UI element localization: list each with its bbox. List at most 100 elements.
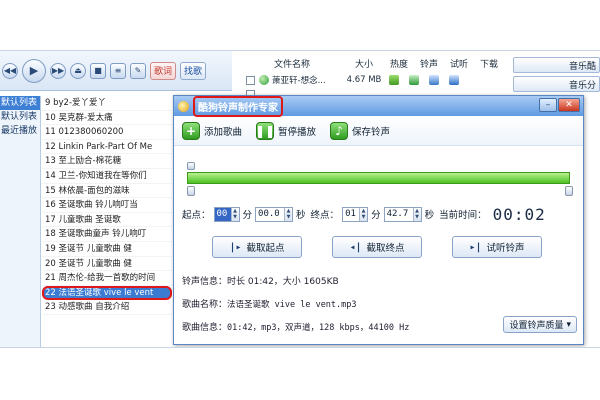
playlist-item[interactable]: 18 圣诞歌曲童声 铃儿响叮 [42,227,172,242]
find-song-button[interactable]: 找歌 [180,61,207,80]
music-library-button[interactable]: 音乐酷 [513,57,600,73]
start-second-stepper[interactable]: ▲▼ [255,206,294,222]
playlist-item[interactable]: 11 012380060200 [42,125,172,140]
pause-playback-label: 暂停播放 [278,126,317,138]
start-minute-stepper[interactable]: ▲▼ [213,206,240,222]
end-second-stepper[interactable]: ▲▼ [383,206,422,222]
cut-start-button[interactable]: |▸ 截取起点 [212,236,302,258]
stepper-arrows-icon[interactable]: ▲ ▼ [230,207,239,221]
second-unit: 秒 [424,210,435,221]
column-preview[interactable]: 试听 [444,57,474,71]
bracket-start-icon: |▸ [229,241,242,253]
stop-icon[interactable]: ■ [90,62,106,79]
column-popularity[interactable]: 热度 [384,57,414,71]
song-name-label: 歌曲名称： [182,300,228,310]
app-window: ◀◀ ▶ ▶▶ ⏏ ■ ≡ ✎ 歌词 找歌 默认列表 默认列表 最近播放 9 b… [0,50,600,348]
playlist-item-selected[interactable]: 22 法语圣诞歌 vive le vent [42,285,172,301]
dropdown-arrow-icon: ▾ [566,319,571,330]
ringtone-info: 铃声信息：时长 01:42，大小 1605KB [182,277,339,287]
playlist-item[interactable]: 13 至上励合-棉花糖 [42,154,172,169]
ringtone-maker-dialog: 酷狗铃声制作专家 – ✕ + 添加歌曲 ❚❚ 暂停播放 ♪ 保存铃声 起点： 0… [173,95,584,345]
result-checkbox[interactable] [246,75,255,85]
playlist-item[interactable]: 14 卫兰-你知道我在等你们 [42,169,172,184]
selection-range-bar[interactable] [187,172,570,184]
column-download[interactable]: 下载 [474,57,504,71]
playlist-item[interactable]: 12 Linkin Park-Part Of Me [42,140,172,155]
playlist-item[interactable]: 20 圣诞节 儿童歌曲 健 [42,257,172,272]
minute-unit: 分 [371,210,381,221]
start-minute-input[interactable] [214,207,231,221]
selection-slider[interactable] [182,162,575,196]
pause-playback-button[interactable]: ❚❚ 暂停播放 [255,121,317,140]
edit-icon[interactable]: ✎ [130,62,146,79]
playlist-item[interactable]: 21 周杰伦-给我一首歌的时间 [42,271,172,286]
dialog-titlebar[interactable]: 酷狗铃声制作专家 – ✕ [174,95,583,117]
lyrics-button[interactable]: 歌词 [150,61,177,80]
music-note-icon: ♪ [330,121,349,140]
stepper-arrows-icon[interactable]: ▲ ▼ [284,207,293,221]
end-minute-stepper[interactable]: ▲▼ [342,206,369,222]
window-controls: – ✕ [539,98,580,112]
stepper-arrows-icon[interactable]: ▲ ▼ [412,207,421,221]
ringtone-quality-button[interactable]: 设置铃声质量 ▾ [503,316,577,333]
equalizer-icon[interactable]: ≡ [110,62,126,79]
preview-icon[interactable] [429,75,439,85]
result-size: 4.67 MB [346,75,382,85]
song-info-value: 01:42，mp3，双声道，128 kbps，44100 Hz [227,323,410,333]
stepper-arrows-icon[interactable]: ▲ ▼ [359,207,368,221]
end-label: 终点： [310,210,340,221]
column-size[interactable]: 大小 [344,57,384,71]
sidebar-item-default-list-2[interactable]: 默认列表 [0,110,40,124]
start-handle[interactable] [187,162,195,196]
save-ringtone-label: 保存铃声 [352,126,391,138]
column-ringtone[interactable]: 铃声 [414,57,444,71]
start-second-input[interactable] [256,207,285,221]
start-label: 起点： [182,210,211,221]
playlist-item[interactable]: 19 圣诞节 儿童歌曲 健 [42,242,172,257]
add-song-button[interactable]: + 添加歌曲 [182,121,243,140]
sidebar-item-recent[interactable]: 最近播放 [0,124,40,138]
add-song-label: 添加歌曲 [204,126,243,138]
play-icon[interactable]: ▶ [22,58,46,83]
previous-icon[interactable]: ◀◀ [2,62,18,79]
bracket-end-icon: ◂| [349,241,362,253]
end-handle[interactable] [565,162,573,196]
result-row[interactable]: 萧亚轩-想念... 4.67 MB [240,73,508,87]
cut-actions: |▸ 截取起点 ◂| 截取终点 ▸| 试听铃声 [212,236,562,260]
list-sidebar: 默认列表 默认列表 最近播放 [0,96,41,347]
playlist-item[interactable]: 16 圣诞歌曲 铃儿响叮当 [42,198,172,213]
download-icon[interactable] [449,75,459,85]
end-second-input[interactable] [384,207,413,221]
cut-end-button[interactable]: ◂| 截取终点 [332,236,422,258]
minimize-icon[interactable]: – [539,98,557,112]
song-info-row: 歌曲信息：01:42，mp3，双声道，128 kbps，44100 Hz [182,320,409,333]
eject-icon[interactable]: ⏏ [70,62,86,79]
preview-ringtone-button[interactable]: ▸| 试听铃声 [452,236,542,258]
dialog-title: 酷狗铃声制作专家 [193,95,283,117]
column-filename[interactable]: 文件名称 [240,57,344,71]
plus-icon: + [182,121,200,140]
player-toolbar: ◀◀ ▶ ▶▶ ⏏ ■ ≡ ✎ 歌词 找歌 [0,51,232,91]
save-ringtone-button[interactable]: ♪ 保存铃声 [330,121,391,140]
song-name-row: 歌曲名称：法语圣诞歌 vive le vent.mp3 [182,297,357,310]
music-category-button[interactable]: 音乐分 [513,76,600,92]
next-icon[interactable]: ▶▶ [50,62,66,79]
cut-end-label: 截取终点 [366,243,405,254]
playlist-item[interactable]: 10 吴克群-爱太痛 [42,111,172,126]
playlist-item[interactable]: 9 by2-爱丫爱丫 [42,96,172,111]
ringtone-icon[interactable] [409,75,419,85]
current-time-display: 00:02 [492,204,546,224]
playlist: 9 by2-爱丫爱丫 10 吴克群-爱太痛 11 012380060200 12 Li… [42,96,172,347]
result-name: 萧亚轩-想念... [272,76,326,86]
song-name-value: 法语圣诞歌 vive le vent.mp3 [227,300,357,310]
end-minute-input[interactable] [343,207,360,221]
song-info-label: 歌曲信息： [182,323,228,333]
sidebar-item-default-list[interactable]: 默认列表 [0,96,40,110]
playlist-item[interactable]: 17 儿童歌曲 圣诞歌 [42,213,172,228]
preview-play-icon: ▸| [469,241,482,253]
close-icon[interactable]: ✕ [558,98,580,112]
kugou-app-icon [178,100,189,112]
popularity-icon [389,75,399,85]
playlist-item[interactable]: 15 林依晨-面包的滋味 [42,184,172,199]
playlist-item[interactable]: 23 动感歌曲 自我介绍 [42,300,172,315]
